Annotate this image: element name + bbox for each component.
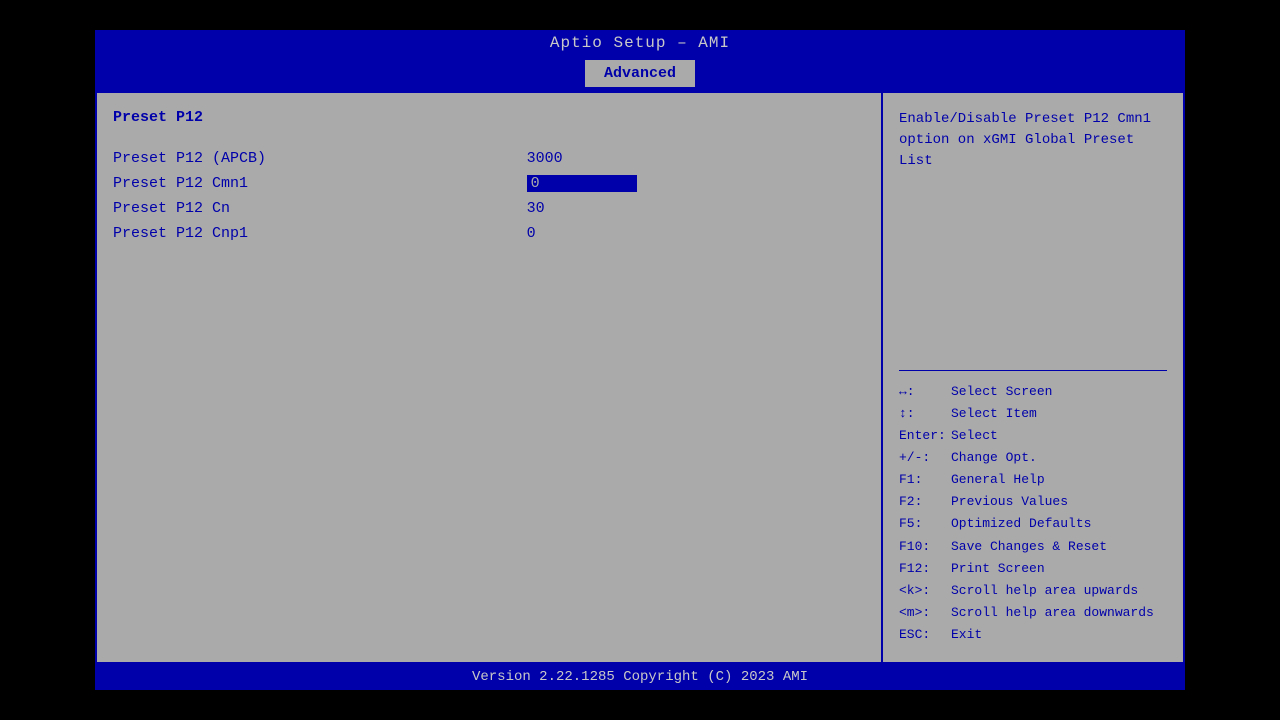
key-help-item: Enter:Select [899,425,1167,447]
key-label: F1: [899,469,947,491]
key-action: Change Opt. [951,447,1037,469]
key-action: Select Item [951,403,1037,425]
key-help-item: <m>:Scroll help area downwards [899,602,1167,624]
key-help-item: F5:Optimized Defaults [899,513,1167,535]
key-label: +/-: [899,447,947,469]
key-action: Select [951,425,998,447]
key-action: Scroll help area upwards [951,580,1138,602]
key-label: ↔: [899,381,947,403]
key-help-item: F10:Save Changes & Reset [899,536,1167,558]
key-action: Previous Values [951,491,1068,513]
key-help-item: <k>:Scroll help area upwards [899,580,1167,602]
app-title: Aptio Setup – AMI [550,34,730,52]
key-help: ↔:Select Screen↕:Select ItemEnter:Select… [899,381,1167,646]
key-label: F5: [899,513,947,535]
setting-value[interactable]: 3000 [527,146,865,171]
key-help-item: +/-:Change Opt. [899,447,1167,469]
key-help-item: ↔:Select Screen [899,381,1167,403]
left-panel: Preset P12 Preset P12 (APCB)3000Preset P… [97,93,883,662]
key-help-item: F12:Print Screen [899,558,1167,580]
key-action: Print Screen [951,558,1045,580]
setting-value[interactable]: 0 [527,171,865,196]
key-label: F10: [899,536,947,558]
setting-label: Preset P12 (APCB) [113,146,527,171]
key-label: F12: [899,558,947,580]
setting-value[interactable]: 0 [527,221,865,246]
key-label: <m>: [899,602,947,624]
title-bar: Aptio Setup – AMI [95,30,1185,56]
key-action: Exit [951,624,982,646]
key-action: Save Changes & Reset [951,536,1107,558]
right-panel: Enable/Disable Preset P12 Cmn1 option on… [883,93,1183,662]
key-help-item: F2:Previous Values [899,491,1167,513]
setting-value[interactable]: 30 [527,196,865,221]
key-action: Optimized Defaults [951,513,1091,535]
section-title: Preset P12 [113,109,865,126]
key-label: ↕: [899,403,947,425]
setting-label: Preset P12 Cnp1 [113,221,527,246]
settings-table: Preset P12 (APCB)3000Preset P12 Cmn10Pre… [113,146,865,246]
key-action: Select Screen [951,381,1052,403]
setting-label: Preset P12 Cn [113,196,527,221]
help-text: Enable/Disable Preset P12 Cmn1 option on… [899,109,1167,360]
settings-row[interactable]: Preset P12 Cn30 [113,196,865,221]
key-help-item: ↕:Select Item [899,403,1167,425]
divider [899,370,1167,371]
key-action: Scroll help area downwards [951,602,1154,624]
key-label: <k>: [899,580,947,602]
key-help-item: F1:General Help [899,469,1167,491]
settings-row[interactable]: Preset P12 Cmn10 [113,171,865,196]
main-area: Preset P12 Preset P12 (APCB)3000Preset P… [95,91,1185,664]
footer-text: Version 2.22.1285 Copyright (C) 2023 AMI [472,669,808,685]
footer: Version 2.22.1285 Copyright (C) 2023 AMI [95,664,1185,690]
key-help-item: ESC:Exit [899,624,1167,646]
settings-row[interactable]: Preset P12 Cnp10 [113,221,865,246]
key-action: General Help [951,469,1045,491]
key-label: F2: [899,491,947,513]
key-label: Enter: [899,425,947,447]
setting-label: Preset P12 Cmn1 [113,171,527,196]
settings-row[interactable]: Preset P12 (APCB)3000 [113,146,865,171]
key-label: ESC: [899,624,947,646]
tab-bar: Advanced [95,56,1185,91]
tab-advanced[interactable]: Advanced [585,60,695,87]
